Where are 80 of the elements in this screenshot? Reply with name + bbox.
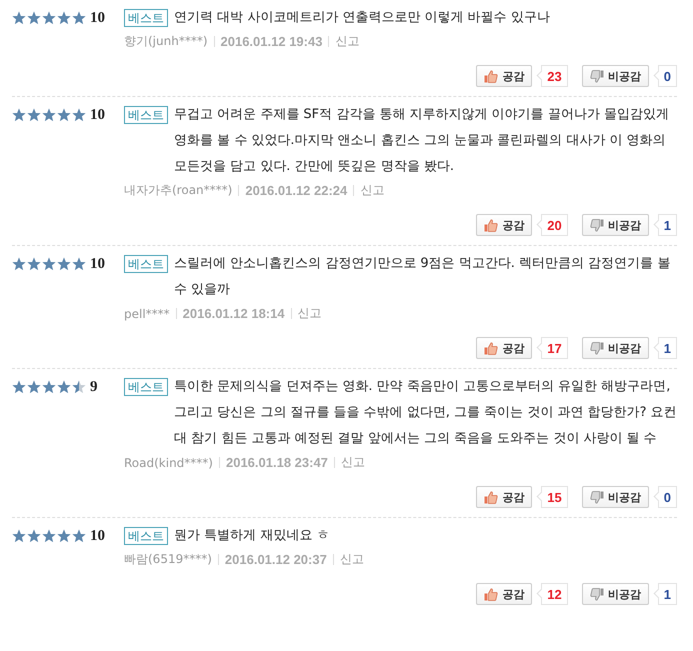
star-icon <box>57 11 71 25</box>
star-icon <box>42 380 56 394</box>
thumbs-down-icon <box>590 588 604 600</box>
dislike-button[interactable]: 비공감 <box>582 65 649 87</box>
star-icon <box>72 380 86 394</box>
like-count: 12 <box>537 583 568 605</box>
star-icon <box>27 108 41 122</box>
like-button[interactable]: 공감 <box>476 65 532 87</box>
dislike-count: 0 <box>654 486 677 508</box>
rating-score: 10 <box>90 256 105 272</box>
star-icon <box>42 529 56 543</box>
review-date: 2016.01.12 22:24 <box>245 183 348 198</box>
star-icon <box>12 257 26 271</box>
dislike-button[interactable]: 비공감 <box>582 486 649 508</box>
rating-score: 9 <box>90 378 98 396</box>
dislike-count: 1 <box>654 214 677 236</box>
star-icon <box>72 529 86 543</box>
like-button[interactable]: 공감 <box>476 486 532 508</box>
review-text: 뭔가 특별하게 재밌네요 ㅎ <box>174 527 330 545</box>
best-badge: 베스트 <box>124 106 168 124</box>
star-icon <box>12 529 26 543</box>
star-icon <box>57 380 71 394</box>
like-count: 23 <box>537 65 568 87</box>
review-text: 연기력 대박 사이코메트리가 연출력으로만 이렇게 바뀔수 있구나 <box>174 9 551 27</box>
like-button[interactable]: 공감 <box>476 337 532 359</box>
star-icon <box>57 529 71 543</box>
review-date: 2016.01.12 20:37 <box>224 552 327 567</box>
star-icon <box>72 257 86 271</box>
author-name: 빠람(6519****) <box>124 551 212 568</box>
star-icon <box>57 108 71 122</box>
review-date: 2016.01.18 23:47 <box>226 455 328 470</box>
review-date: 2016.01.12 18:14 <box>182 306 285 321</box>
thumbs-down-icon <box>590 342 604 354</box>
like-button[interactable]: 공감 <box>476 214 532 236</box>
star-icon <box>27 257 41 271</box>
author-name: pell**** <box>124 306 170 320</box>
like-count: 15 <box>537 486 568 508</box>
dislike-button[interactable]: 비공감 <box>582 337 649 359</box>
star-icon <box>42 11 56 25</box>
thumbs-down-icon <box>590 70 604 82</box>
rating-score: 10 <box>90 528 105 544</box>
review-text: 스릴러에 안소니홉킨스의 감정연기만으로 9점은 먹고간다. 렉터만큼의 감정연기를 볼수 있을까 <box>174 255 672 299</box>
author-name: 내자가추(roan****) <box>124 182 232 199</box>
star-icon <box>42 257 56 271</box>
thumbs-up-icon <box>484 588 498 600</box>
best-badge: 베스트 <box>124 378 168 396</box>
star-icon <box>72 11 86 25</box>
dislike-count: 1 <box>654 583 677 605</box>
star-icon <box>57 257 71 271</box>
best-badge: 베스트 <box>124 9 168 27</box>
star-icon <box>27 380 41 394</box>
star-icon <box>12 108 26 122</box>
review-text: 무겁고 어려운 주제를 SF적 감각을 통해 지루하지않게 이야기를 끌어나가 몰입감있게 영화를 볼 수 있었다.마지막 앤소니 홉킨스 그의 눈물과 콜린파렐의 대사가 이 영화의 모든것을 담고 있다. 간만에 뜻깊은 명작을 봤다. <box>174 106 670 176</box>
like-count: 20 <box>537 214 568 236</box>
star-icon <box>12 380 26 394</box>
star-icon <box>27 11 41 25</box>
thumbs-up-icon <box>484 342 498 354</box>
author-name: 향기(junh****) <box>124 33 208 50</box>
review-text: 특이한 문제의식을 던져주는 영화. 만약 죽음만이 고통으로부터의 유일한 해방구라면, 그리고 당신은 그의 절규를 들을 수밖에 없다면, 그를 죽이는 것이 과연 합당한가? 요컨대 참기 힘든 고통과 예정된 결말 앞에서는 그의 죽음을 도와주는 것이 사랑이 될 수 <box>174 378 677 448</box>
dislike-button[interactable]: 비공감 <box>582 214 649 236</box>
thumbs-down-icon <box>590 218 604 232</box>
thumbs-up-icon <box>484 490 498 504</box>
star-icon <box>12 11 26 25</box>
best-badge: 베스트 <box>124 255 168 273</box>
like-button[interactable]: 공감 <box>476 583 532 605</box>
thumbs-up-icon <box>484 70 498 82</box>
dislike-count: 1 <box>654 337 677 359</box>
star-icon <box>42 108 56 122</box>
dislike-count: 0 <box>654 65 677 87</box>
review-date: 2016.01.12 19:43 <box>220 34 322 49</box>
thumbs-down-icon <box>590 490 604 504</box>
rating-score: 10 <box>90 10 105 26</box>
star-icon <box>72 108 86 122</box>
like-count: 17 <box>537 337 568 359</box>
star-icon <box>27 529 41 543</box>
best-badge: 베스트 <box>124 527 168 545</box>
dislike-button[interactable]: 비공감 <box>582 583 649 605</box>
author-name: Road(kind****) <box>124 456 213 470</box>
thumbs-up-icon <box>484 218 498 232</box>
rating-score: 10 <box>90 106 105 124</box>
